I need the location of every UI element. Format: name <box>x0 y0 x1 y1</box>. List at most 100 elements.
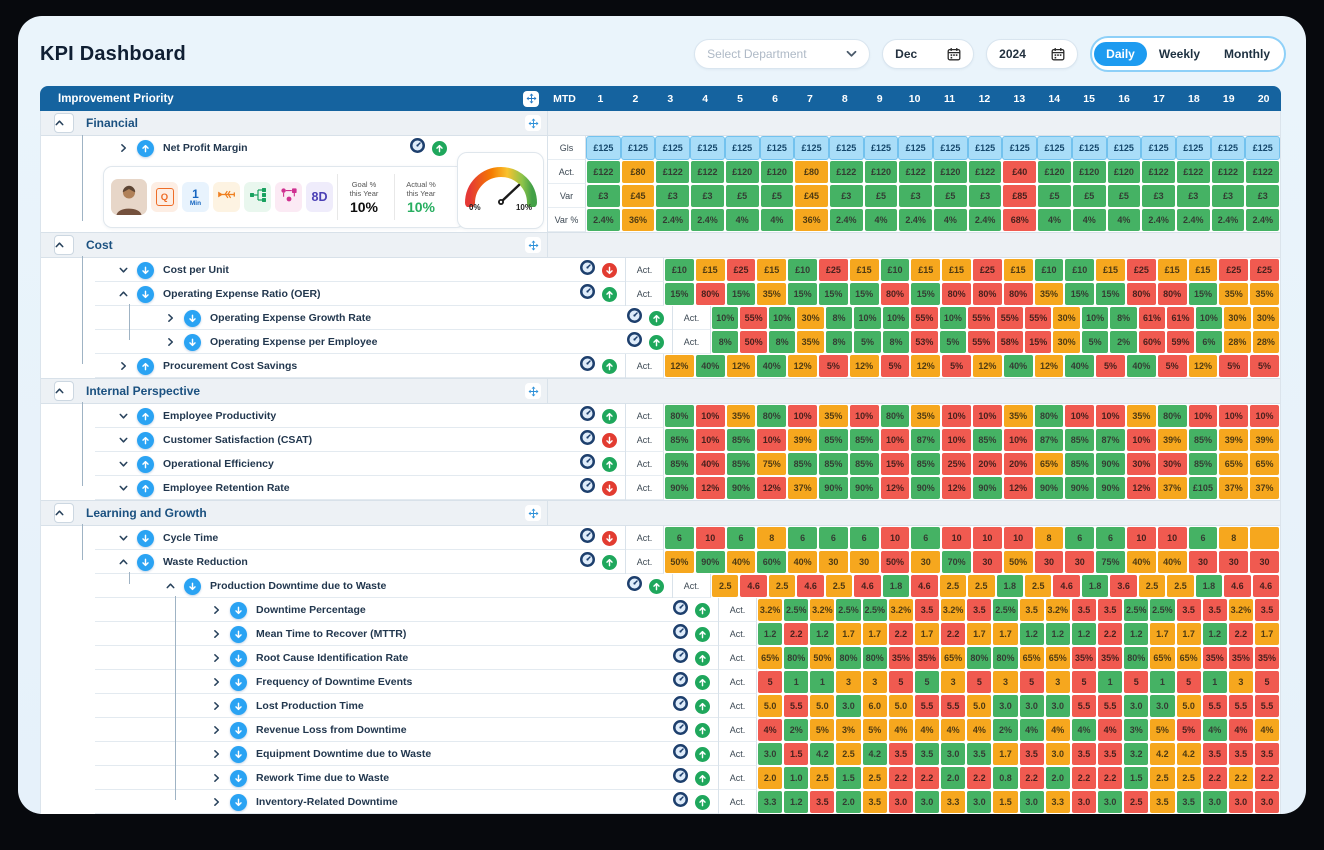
chevron-down-icon[interactable] <box>119 483 128 493</box>
move-icon[interactable] <box>525 237 541 253</box>
gauge-icon[interactable] <box>673 624 688 644</box>
tree-diagram-icon[interactable] <box>244 182 271 212</box>
chevron-up-icon[interactable] <box>54 113 74 133</box>
gauge-icon[interactable] <box>627 332 642 352</box>
day-column-header[interactable]: 5 <box>723 93 758 105</box>
chevron-right-icon[interactable] <box>212 749 221 759</box>
day-column-header[interactable]: 12 <box>967 93 1002 105</box>
chevron-right-icon[interactable] <box>166 313 175 323</box>
tab-monthly[interactable]: Monthly <box>1212 42 1282 66</box>
day-column-header[interactable]: 6 <box>758 93 793 105</box>
day-column-header[interactable]: 16 <box>1107 93 1142 105</box>
day-column-header[interactable]: 9 <box>862 93 897 105</box>
day-column-header[interactable]: 7 <box>792 93 827 105</box>
move-icon[interactable] <box>525 505 541 521</box>
fishbone-icon[interactable] <box>213 182 240 212</box>
kpi-row[interactable]: Downtime PercentageAct.3.2%2.5%3.2%2.5%2… <box>41 598 1280 622</box>
chevron-right-icon[interactable] <box>212 629 221 639</box>
chevron-down-icon[interactable] <box>119 459 128 469</box>
gauge-icon[interactable] <box>580 356 595 376</box>
chevron-right-icon[interactable] <box>212 677 221 687</box>
chevron-down-icon[interactable] <box>119 435 128 445</box>
move-icon[interactable] <box>525 383 541 399</box>
day-column-header[interactable]: 1 <box>583 93 618 105</box>
day-column-header[interactable]: 11 <box>932 93 967 105</box>
gauge-icon[interactable] <box>410 138 425 158</box>
gauge-icon[interactable] <box>673 792 688 812</box>
quality-check-icon[interactable]: Q <box>151 182 178 212</box>
kpi-row[interactable]: Root Cause Identification RateAct.65%80%… <box>41 646 1280 670</box>
kpi-row[interactable]: Waste ReductionAct.50%90%40%60%40%303050… <box>41 550 1280 574</box>
kpi-row[interactable]: Lost Production TimeAct.5.05.55.03.06.05… <box>41 694 1280 718</box>
chevron-up-icon[interactable] <box>54 503 74 523</box>
department-select[interactable]: Select Department <box>694 39 870 69</box>
kpi-row[interactable]: Customer Satisfaction (CSAT)Act.85%10%85… <box>41 428 1280 452</box>
chevron-up-icon[interactable] <box>54 235 74 255</box>
day-column-header[interactable]: 3 <box>653 93 688 105</box>
gauge-icon[interactable] <box>580 528 595 548</box>
year-picker[interactable]: 2024 <box>986 39 1078 69</box>
gauge-icon[interactable] <box>673 768 688 788</box>
chevron-down-icon[interactable] <box>119 533 128 543</box>
kpi-row[interactable]: Operating Expense per EmployeeAct.8%50%8… <box>41 330 1280 354</box>
day-column-header[interactable]: 4 <box>688 93 723 105</box>
chevron-right-icon[interactable] <box>212 701 221 711</box>
tab-daily[interactable]: Daily <box>1094 42 1147 66</box>
day-column-header[interactable]: 13 <box>1002 93 1037 105</box>
gauge-icon[interactable] <box>673 744 688 764</box>
process-flow-icon[interactable] <box>275 182 302 212</box>
day-column-header[interactable]: 14 <box>1037 93 1072 105</box>
gauge-icon[interactable] <box>673 600 688 620</box>
gauge-icon[interactable] <box>673 648 688 668</box>
gauge-icon[interactable] <box>627 576 642 596</box>
day-column-header[interactable]: 19 <box>1211 93 1246 105</box>
chevron-up-icon[interactable] <box>166 581 175 591</box>
kpi-row[interactable]: Cost per UnitAct.£10£15£25£15£10£25£15£1… <box>41 258 1280 282</box>
kpi-row[interactable]: Operating Expense Ratio (OER)Act.15%80%1… <box>41 282 1280 306</box>
day-column-header[interactable]: 17 <box>1142 93 1177 105</box>
chevron-down-icon[interactable] <box>119 265 128 275</box>
gauge-icon[interactable] <box>580 552 595 572</box>
gauge-icon[interactable] <box>673 696 688 716</box>
day-column-header[interactable]: 20 <box>1246 93 1281 105</box>
day-column-header[interactable]: 15 <box>1072 93 1107 105</box>
kpi-row[interactable]: Procurement Cost SavingsAct.12%40%12%40%… <box>41 354 1280 378</box>
gauge-icon[interactable] <box>580 478 595 498</box>
chevron-right-icon[interactable] <box>166 337 175 347</box>
gauge-icon[interactable] <box>673 672 688 692</box>
one-minute-icon[interactable]: 1Min <box>182 182 209 212</box>
kpi-row[interactable]: Mean Time to Recover (MTTR)Act.1.22.21.2… <box>41 622 1280 646</box>
mtd-column-header[interactable]: MTD <box>546 93 583 105</box>
move-icon[interactable] <box>525 115 541 131</box>
kpi-row[interactable]: Rework Time due to WasteAct.2.01.02.51.5… <box>41 766 1280 790</box>
chevron-right-icon[interactable] <box>212 605 221 615</box>
kpi-row[interactable]: Operating Expense Growth RateAct.10%55%1… <box>41 306 1280 330</box>
chevron-right-icon[interactable] <box>212 797 221 807</box>
chevron-down-icon[interactable] <box>119 411 128 421</box>
chevron-right-icon[interactable] <box>119 143 128 153</box>
kpi-row[interactable]: Frequency of Downtime EventsAct.51133553… <box>41 670 1280 694</box>
gauge-icon[interactable] <box>580 284 595 304</box>
chevron-up-icon[interactable] <box>119 557 128 567</box>
move-icon[interactable] <box>523 91 539 107</box>
day-column-header[interactable]: 10 <box>897 93 932 105</box>
chevron-right-icon[interactable] <box>212 653 221 663</box>
kpi-row[interactable]: Employee Retention RateAct.90%12%90%12%3… <box>41 476 1280 500</box>
chevron-right-icon[interactable] <box>119 361 128 371</box>
gauge-icon[interactable] <box>673 720 688 740</box>
gauge-icon[interactable] <box>627 308 642 328</box>
gauge-icon[interactable] <box>580 454 595 474</box>
kpi-row[interactable]: Cycle TimeAct.61068666106101010866101068 <box>41 526 1280 550</box>
gauge-icon[interactable] <box>580 430 595 450</box>
day-column-header[interactable]: 8 <box>827 93 862 105</box>
kpi-row[interactable]: Employee ProductivityAct.80%10%35%80%10%… <box>41 404 1280 428</box>
chevron-up-icon[interactable] <box>119 289 128 299</box>
kpi-row[interactable]: Equipment Downtime due to WasteAct.3.01.… <box>41 742 1280 766</box>
day-column-header[interactable]: 18 <box>1176 93 1211 105</box>
kpi-row[interactable]: Revenue Loss from DowntimeAct.4%2%5%3%5%… <box>41 718 1280 742</box>
kpi-row[interactable]: Inventory-Related DowntimeAct.3.31.23.52… <box>41 790 1280 814</box>
chevron-right-icon[interactable] <box>212 773 221 783</box>
gauge-icon[interactable] <box>580 406 595 426</box>
kpi-row[interactable]: Operational EfficiencyAct.85%40%85%75%85… <box>41 452 1280 476</box>
eight-d-icon[interactable]: 8D <box>306 182 333 212</box>
